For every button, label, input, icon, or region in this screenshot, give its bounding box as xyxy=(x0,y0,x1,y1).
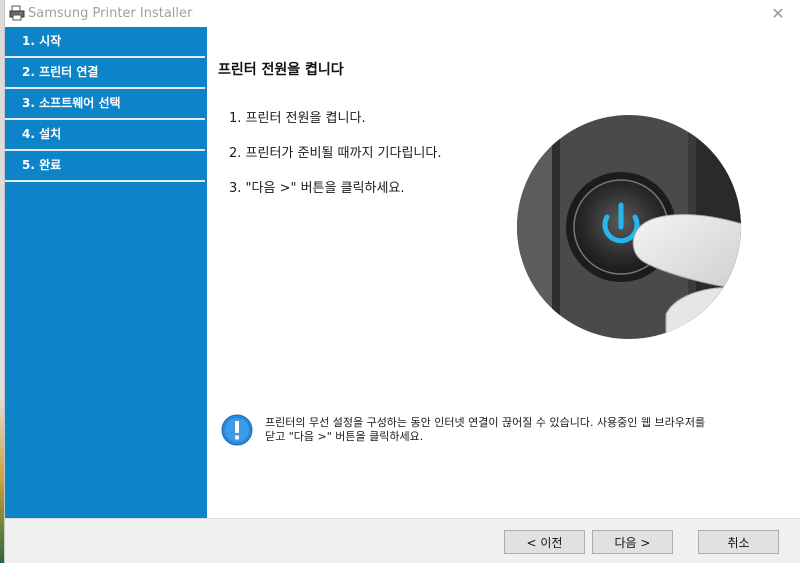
close-button[interactable]: ✕ xyxy=(756,0,800,27)
sidebar-step-install: 4. 설치 xyxy=(5,120,205,151)
button-bar: < 이전 다음 > 취소 xyxy=(5,518,800,563)
instruction-list: 1. 프린터 전원을 켭니다. 2. 프린터가 준비될 때까지 기다립니다. 3… xyxy=(229,109,441,214)
sidebar-step-printer-connection: 2. 프린터 연결 xyxy=(5,58,205,89)
info-icon xyxy=(221,414,253,446)
next-button[interactable]: 다음 > xyxy=(592,530,673,554)
previous-button[interactable]: < 이전 xyxy=(504,530,585,554)
window-title: Samsung Printer Installer xyxy=(28,6,193,21)
instruction-item: 2. 프린터가 준비될 때까지 기다립니다. xyxy=(229,146,442,161)
close-icon: ✕ xyxy=(771,4,785,23)
wireless-notice: 프린터의 무선 설정을 구성하는 동안 인터넷 연결이 끊어질 수 있습니다. … xyxy=(265,416,785,444)
sidebar-step-start: 1. 시작 xyxy=(5,27,205,58)
instruction-item: 1. 프린터 전원을 켭니다. xyxy=(229,111,366,126)
content-panel: 프린터 전원을 켭니다 1. 프린터 전원을 켭니다. 2. 프린터가 준비될 … xyxy=(207,27,800,518)
notice-line: 프린터의 무선 설정을 구성하는 동안 인터넷 연결이 끊어질 수 있습니다. … xyxy=(265,416,706,429)
power-button-illustration xyxy=(517,115,741,339)
notice-line: 닫고 "다음 >" 버튼을 클릭하세요. xyxy=(265,430,424,443)
cancel-button[interactable]: 취소 xyxy=(698,530,779,554)
steps-sidebar: 1. 시작 2. 프린터 연결 3. 소프트웨어 선택 4. 설치 5. 완료 xyxy=(5,27,207,518)
installer-window: Samsung Printer Installer ✕ 1. 시작 2. 프린터… xyxy=(4,0,800,563)
sidebar-step-finish: 5. 완료 xyxy=(5,151,205,182)
instruction-item: 3. "다음 >" 버튼을 클릭하세요. xyxy=(229,181,405,196)
page-title: 프린터 전원을 켭니다 xyxy=(218,62,344,78)
sidebar-step-software-selection: 3. 소프트웨어 선택 xyxy=(5,89,205,120)
title-bar: Samsung Printer Installer ✕ xyxy=(5,0,800,27)
printer-app-icon xyxy=(9,5,25,21)
